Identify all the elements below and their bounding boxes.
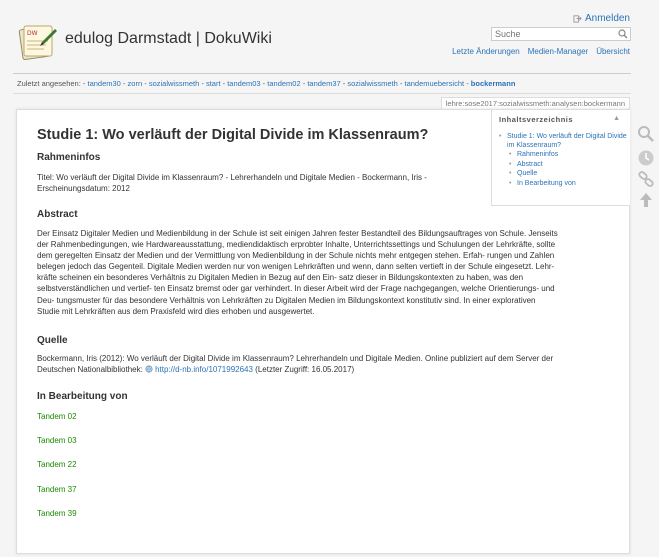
- sitemap-link[interactable]: Übersicht: [596, 47, 630, 56]
- svg-text:DW: DW: [27, 30, 38, 37]
- tandem-link[interactable]: Tandem 37: [37, 485, 77, 494]
- collapse-icon[interactable]: ▲: [613, 115, 620, 122]
- heading-quelle: Quelle: [37, 335, 68, 346]
- breadcrumb-item[interactable]: tandem02: [267, 79, 300, 88]
- site-title[interactable]: edulog Darmstadt | DokuWiki: [65, 30, 272, 48]
- heading-bearbeitung: In Bearbeitung von: [37, 391, 128, 402]
- breadcrumb: Zuletzt angesehen: - tandem30 - zorn - s…: [17, 79, 516, 88]
- divider: [13, 73, 631, 74]
- breadcrumb-item[interactable]: start: [206, 79, 221, 88]
- login-link[interactable]: Anmelden: [573, 13, 630, 24]
- breadcrumb-item[interactable]: tandem03: [227, 79, 260, 88]
- abstract-line: Der Einsatz Digitaler Medien und Medienb…: [37, 229, 558, 238]
- back-to-top-icon[interactable]: [637, 191, 655, 209]
- search-icon[interactable]: [637, 125, 655, 143]
- login-label: Anmelden: [584, 13, 630, 24]
- breadcrumb-item[interactable]: tandem37: [307, 79, 340, 88]
- abstract-line: kräfte scheinen ein besonderes Verhältni…: [37, 273, 524, 283]
- abstract-text: Der Einsatz Digitaler Medien und Medienb…: [37, 228, 627, 317]
- page-title: Studie 1: Wo verläuft der Digital Divide…: [37, 127, 429, 143]
- header: DW edulog Darmstadt | DokuWiki Anmelden …: [0, 0, 659, 74]
- abstract-line: dem geregelten Einsatz der Medien und de…: [37, 251, 555, 261]
- quelle-prefix: Deutschen Nationalbibliothek:: [37, 365, 143, 375]
- toc-item[interactable]: Abstract: [509, 161, 627, 170]
- breadcrumb-item[interactable]: sozialwissmeth: [347, 79, 397, 88]
- globe-icon: [145, 365, 153, 373]
- toc-title[interactable]: Inhaltsverzeichnis: [499, 115, 573, 124]
- breadcrumb-item[interactable]: tandem30: [87, 79, 120, 88]
- breadcrumb-item[interactable]: tandemuebersicht: [404, 79, 464, 88]
- search-input[interactable]: [491, 27, 631, 41]
- quelle-text: Bockermann, Iris (2012): Wo verläuft der…: [37, 353, 627, 375]
- tandem-link[interactable]: Tandem 03: [37, 436, 77, 445]
- heading-rahmeninfos: Rahmeninfos: [37, 152, 101, 163]
- divider: [13, 93, 631, 94]
- quelle-suffix: (Letzter Zugriff: 16.05.2017): [255, 365, 355, 375]
- breadcrumb-current[interactable]: bockermann: [471, 79, 516, 88]
- breadcrumb-label: Zuletzt angesehen:: [17, 79, 81, 88]
- tandem-link[interactable]: Tandem 02: [37, 412, 77, 421]
- toc-item[interactable]: Studie 1: Wo verläuft der Digital Divide…: [499, 133, 627, 150]
- site-tools: Letzte Änderungen Medien-Manager Übersic…: [452, 47, 630, 56]
- tandem-link[interactable]: Tandem 22: [37, 460, 77, 469]
- abstract-line: der Rahmenbedingungen, wie Hardwareausst…: [37, 240, 556, 250]
- abstract-line: selbstverständlichen und vertief- ten Ei…: [37, 284, 555, 294]
- backlinks-icon[interactable]: [637, 170, 655, 188]
- abstract-line: belegen jedoch das Gegenteil. Digitale M…: [37, 262, 555, 272]
- toc-item[interactable]: Quelle: [509, 170, 627, 179]
- external-link[interactable]: http://d-nb.info/1071992643: [155, 365, 253, 374]
- media-manager-link[interactable]: Medien-Manager: [528, 47, 588, 56]
- quelle-line: Deutschen Nationalbibliothek: http://d-n…: [37, 364, 627, 375]
- breadcrumb-item[interactable]: zorn: [128, 79, 143, 88]
- page-content: Studie 1: Wo verläuft der Digital Divide…: [16, 109, 630, 554]
- page-id: lehre:sose2017:sozialwissmeth:analysen:b…: [440, 97, 630, 109]
- tandem-link[interactable]: Tandem 39: [37, 509, 77, 518]
- dokuwiki-logo[interactable]: DW: [18, 22, 58, 62]
- table-of-contents: Inhaltsverzeichnis ▲ Studie 1: Wo verläu…: [491, 110, 630, 206]
- abstract-line: Deu- tungsmuster für das besondere Verhä…: [37, 295, 536, 305]
- rahmeninfos-text: Titel: Wo verläuft der Digital Divide im…: [37, 173, 427, 194]
- history-icon[interactable]: [637, 149, 655, 167]
- recent-changes-link[interactable]: Letzte Änderungen: [452, 47, 520, 56]
- heading-abstract: Abstract: [37, 209, 78, 220]
- search-icon[interactable]: [618, 29, 628, 39]
- abstract-line: Studie mit Lehrkräften aus dem Praxisfel…: [37, 306, 315, 316]
- quelle-line: Bockermann, Iris (2012): Wo verläuft der…: [37, 354, 554, 363]
- toc-item[interactable]: In Bearbeitung von: [509, 180, 627, 189]
- toc-item[interactable]: Rahmeninfos: [509, 151, 627, 160]
- login-icon: [573, 15, 582, 23]
- breadcrumb-item[interactable]: sozialwissmeth: [149, 79, 199, 88]
